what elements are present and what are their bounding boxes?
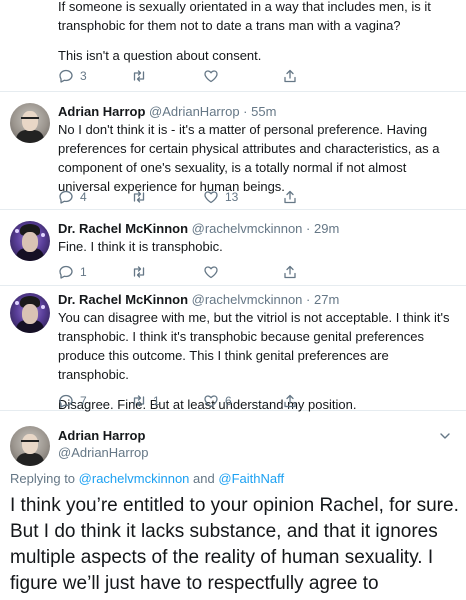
like-button[interactable] [203,67,219,85]
tweet-header: Adrian Harrop @AdrianHarrop · 55m [58,103,276,120]
heart-icon [204,395,218,408]
avatar[interactable] [10,293,50,333]
reply-button[interactable]: 1 [58,263,87,281]
like-count: 13 [225,190,239,204]
tweet-header: Dr. Rachel McKinnon @rachelvmckinnon · 2… [58,291,339,308]
retweet-count: 1 [153,394,160,408]
reply-count: 3 [80,69,87,83]
retweet-button[interactable] [131,188,147,206]
user-handle[interactable]: @rachelvmckinnon [192,292,303,307]
share-button[interactable] [282,392,298,410]
timestamp[interactable]: 55m [251,104,276,119]
retweet-icon [133,266,145,278]
tweet-actions: 7 1 6 [58,392,318,410]
tweet-actions: 4 13 [58,188,318,206]
tweet-top-text: If someone is sexually orientated in a w… [58,0,458,76]
retweet-icon [133,191,145,203]
reply-count: 1 [80,265,87,279]
user-handle[interactable]: @AdrianHarrop [58,445,149,460]
reply-icon [59,394,73,408]
reply-button[interactable]: 3 [58,67,87,85]
tweet-actions: 1 [58,263,318,281]
retweet-button[interactable] [131,67,147,85]
share-icon [284,265,296,279]
separator: · [306,221,311,236]
timestamp[interactable]: 27m [314,292,339,307]
tweet-top-line-2: This isn't a question about consent. [58,48,262,63]
share-button[interactable] [282,263,298,281]
tweet[interactable]: Dr. Rachel McKinnon @rachelvmckinnon · 2… [0,211,466,286]
heart-icon [204,70,218,83]
replying-to-label: Replying to [10,471,76,486]
display-name[interactable]: Adrian Harrop [58,428,145,443]
heart-icon [204,191,218,204]
separator: · [243,104,248,119]
tweet-top-line-1: If someone is sexually orientated in a w… [58,0,431,33]
like-count: 6 [225,394,232,408]
separator: · [306,292,311,307]
user-handle[interactable]: @rachelvmckinnon [192,221,303,236]
tweet[interactable]: Dr. Rachel McKinnon @rachelvmckinnon · 2… [0,287,466,412]
display-name[interactable]: Adrian Harrop [58,104,145,119]
reply-icon [59,265,73,279]
chevron-down-icon[interactable] [438,429,452,443]
retweet-icon [133,395,145,407]
tweet-paragraph: You can disagree with me, but the vitrio… [58,310,450,382]
user-handle[interactable]: @AdrianHarrop [149,104,240,119]
tweet-top[interactable]: If someone is sexually orientated in a w… [0,0,466,92]
tweet-top-actions: 3 [58,67,318,85]
avatar[interactable] [10,426,50,466]
mention-link[interactable]: @rachelvmckinnon [79,471,190,486]
like-button[interactable]: 13 [203,188,238,206]
heart-icon [204,266,218,279]
display-name[interactable]: Dr. Rachel McKinnon [58,292,188,307]
tweet-paragraph: Fine. I think it is transphobic. [58,239,223,254]
reply-icon [59,69,73,83]
focused-tweet-text: I think you’re entitled to your opinion … [10,495,459,600]
replying-to-and: and [193,471,215,486]
share-icon [284,69,296,83]
share-button[interactable] [282,188,298,206]
retweet-button[interactable]: 1 [131,392,160,410]
tweet[interactable]: Adrian Harrop @AdrianHarrop · 55m No I d… [0,93,466,210]
reply-button[interactable]: 4 [58,188,87,206]
timestamp[interactable]: 29m [314,221,339,236]
reply-icon [59,190,73,204]
share-icon [284,394,296,408]
like-button[interactable] [203,263,219,281]
reply-button[interactable]: 7 [58,392,87,410]
tweet-paragraph: No I don't think it is - it's a matter o… [58,122,440,194]
avatar[interactable] [10,103,50,143]
reply-count: 7 [80,394,87,408]
share-icon [284,190,296,204]
replying-to: Replying to @rachelvmckinnon and @FaithN… [10,471,284,486]
avatar[interactable] [10,221,50,261]
mention-link[interactable]: @FaithNaff [218,471,284,486]
tweet-header: Dr. Rachel McKinnon @rachelvmckinnon · 2… [58,220,339,237]
like-button[interactable]: 6 [203,392,232,410]
retweet-button[interactable] [131,263,147,281]
share-button[interactable] [282,67,298,85]
twitter-thread: If someone is sexually orientated in a w… [0,0,466,600]
retweet-icon [133,70,145,82]
reply-count: 4 [80,190,87,204]
display-name[interactable]: Dr. Rachel McKinnon [58,221,188,236]
